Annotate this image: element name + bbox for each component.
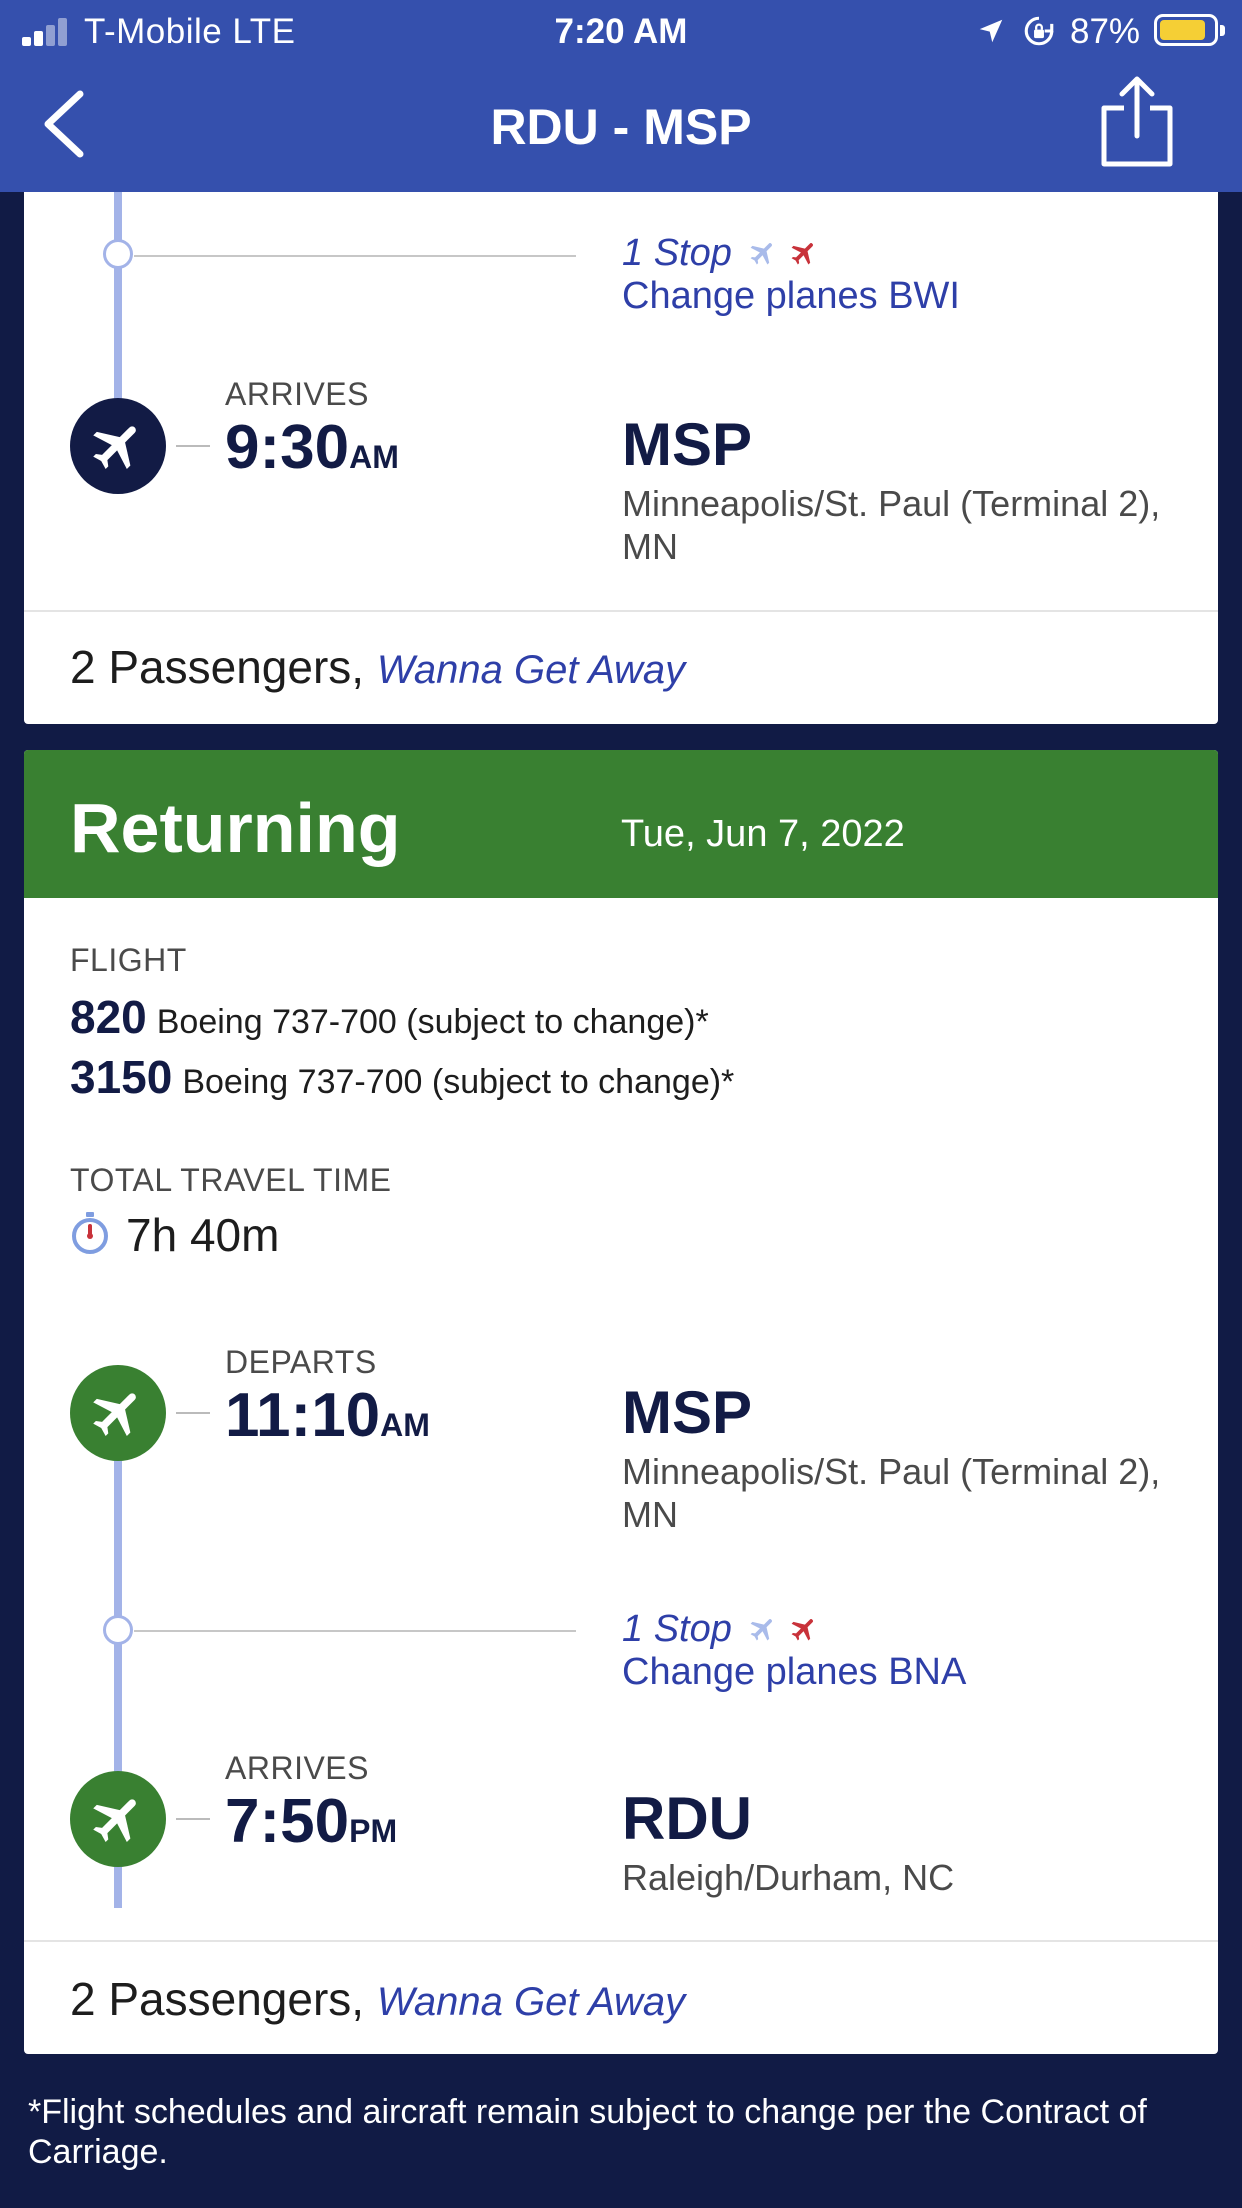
share-icon[interactable] [1096,74,1178,170]
arrival-plane-badge [70,1771,166,1867]
aircraft-type: Boeing 737-700 (subject to change)* [182,1063,735,1101]
arrives-label: ARRIVES [225,1750,369,1786]
arrival-airport-code: RDU [622,1785,752,1852]
arrival-time-value: 7:50 [225,1787,350,1856]
passengers-summary: 2 Passengers, Wanna Get Away [70,640,685,694]
departure-ampm: AM [380,1407,430,1443]
arrival-time: 7:50PM [225,1786,397,1857]
footnote: *Flight schedules and aircraft remain su… [28,2093,1147,2171]
aircraft-type: Boeing 737-700 (subject to change)* [156,1003,709,1041]
plane-red-icon [791,1619,813,1641]
change-planes-label: Change planes BNA [622,1651,967,1693]
stop-divider [134,1630,576,1632]
passenger-count: 2 Passengers, [70,641,365,693]
time-tick [176,1818,210,1820]
arrival-ampm: PM [349,1813,398,1849]
timeline-line [114,192,122,432]
location-arrow-icon [979,19,1003,43]
returning-header: Returning Tue, Jun 7, 2022 [24,750,1218,898]
plane-red-icon [791,243,813,265]
fare-type-link[interactable]: Wanna Get Away [377,1980,685,2024]
stop-divider [134,255,576,257]
passenger-count: 2 Passengers, [70,1973,365,2025]
arrival-plane-badge [70,398,166,494]
time-tick [176,1412,210,1414]
arrival-airport-name: Minneapolis/St. Paul (Terminal 2), MN [622,483,1161,567]
departure-airport-name: Minneapolis/St. Paul (Terminal 2), MN [622,1451,1161,1535]
flight-number: 3150 [70,1051,173,1103]
plane-icon [93,1799,136,1842]
fare-type-link[interactable]: Wanna Get Away [377,648,685,692]
travel-time-value: 7h 40m [126,1209,280,1261]
returning-stop-info[interactable]: 1 Stop Change planes BNA [622,1608,966,1694]
time-tick [176,445,210,447]
stopwatch-icon [72,1212,108,1254]
plane-icon [751,243,773,265]
change-planes-label: Change planes BWI [622,275,960,317]
travel-time-label: TOTAL TRAVEL TIME [70,1162,392,1198]
departure-plane-badge [70,1365,166,1461]
arrives-label: ARRIVES [225,376,369,412]
flight-row: 820 Boeing 737-700 (subject to change)* [70,990,709,1044]
departure-time: 11:10AM [225,1380,430,1451]
returning-date: Tue, Jun 7, 2022 [621,813,905,855]
arrival-airport-name: Raleigh/Durham, NC [622,1857,955,1898]
arrival-ampm: AM [349,439,399,475]
outbound-stop-info[interactable]: 1 Stop Change planes BWI [622,232,960,318]
departs-label: DEPARTS [225,1344,377,1380]
flight-row: 3150 Boeing 737-700 (subject to change)* [70,1050,734,1104]
plane-icon [93,1393,136,1436]
passengers-summary: 2 Passengers, Wanna Get Away [70,1972,685,2026]
battery-icon [1154,14,1225,46]
departure-time-value: 11:10 [225,1381,381,1450]
battery-percent: 87% [1070,12,1141,51]
page-title: RDU - MSP [490,99,752,155]
outbound-card: 1 Stop Change planes BWI ARRIVES 9:30AM … [24,192,1218,724]
departure-airport-code: MSP [622,1379,753,1446]
status-bar: T-Mobile LTE 7:20 AM 87% [0,0,1242,62]
flight-label: FLIGHT [70,942,187,978]
returning-card: Returning Tue, Jun 7, 2022 FLIGHT 820 Boe… [24,750,1218,2054]
card-divider [24,610,1218,612]
returning-title: Returning [70,789,401,867]
arrival-time-value: 9:30 [225,413,350,482]
plane-icon [751,1619,773,1641]
stop-dot [103,239,133,269]
travel-time: 7h 40m [70,1208,279,1262]
rotation-lock-icon [1024,16,1054,46]
card-divider [24,1940,1218,1942]
flight-number: 820 [70,991,147,1043]
stop-count: 1 Stop [622,232,732,274]
arrival-airport-code: MSP [622,411,753,478]
arrival-time: 9:30AM [225,412,399,483]
stop-count: 1 Stop [622,1608,732,1650]
stop-dot [103,1615,133,1645]
plane-icon [93,426,136,469]
nav-bar: RDU - MSP [0,62,1242,192]
